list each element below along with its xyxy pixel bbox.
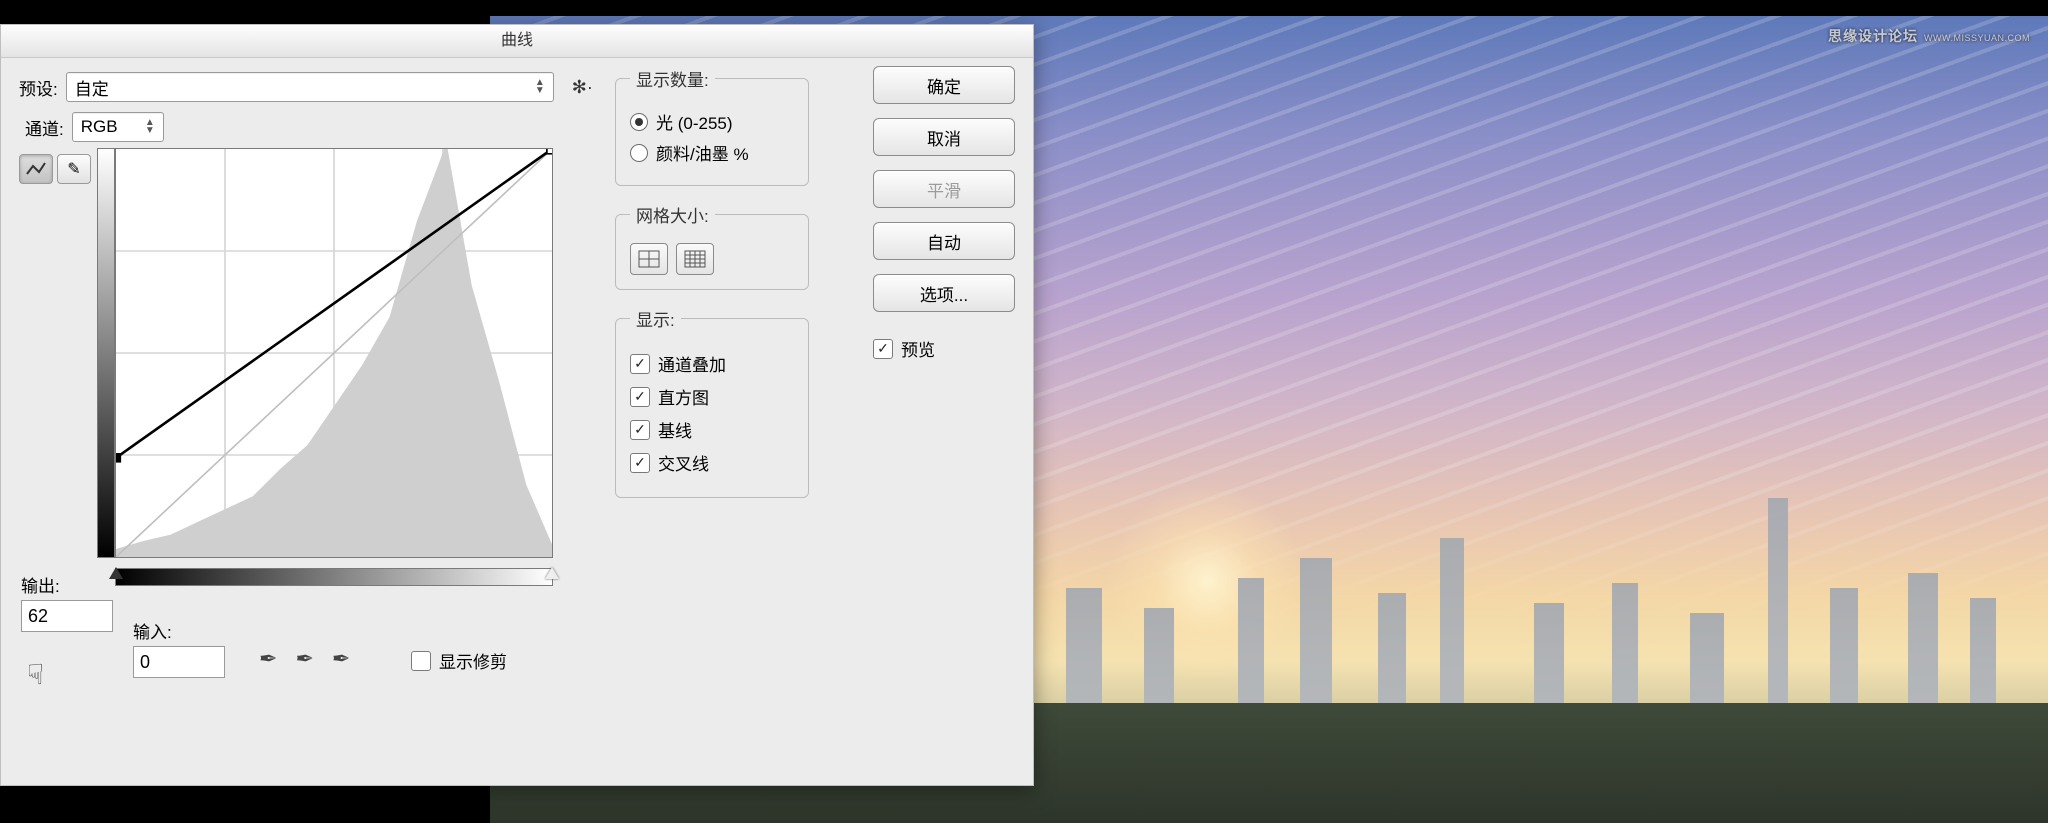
show-legend: 显示: — [630, 306, 681, 331]
gray-eyedropper-icon[interactable]: ✒ — [295, 646, 313, 672]
check-channel-overlay[interactable]: ✓通道叠加 — [630, 351, 794, 376]
show-clipping-label: 显示修剪 — [439, 648, 507, 673]
auto-button[interactable]: 自动 — [873, 222, 1015, 260]
output-field[interactable]: 62 — [21, 600, 113, 632]
channel-dropdown[interactable]: RGB ▲▼ — [72, 112, 164, 142]
black-point-slider[interactable] — [109, 567, 123, 579]
radio-ink[interactable]: 颜料/油墨 % — [630, 140, 794, 165]
input-field[interactable]: 0 — [133, 646, 225, 678]
input-gradient[interactable] — [115, 568, 553, 586]
options-button[interactable]: 选项... — [873, 274, 1015, 312]
check-baseline[interactable]: ✓基线 — [630, 417, 794, 442]
grid-size-legend: 网格大小: — [630, 202, 715, 227]
preset-label: 预设: — [19, 75, 58, 100]
check-histogram[interactable]: ✓直方图 — [630, 384, 794, 409]
show-clipping-checkbox[interactable] — [411, 651, 431, 671]
curves-graph[interactable] — [115, 148, 553, 558]
black-eyedropper-icon[interactable]: ✒ — [259, 646, 277, 672]
grid-fine-button[interactable] — [676, 243, 714, 275]
check-crosshair[interactable]: ✓交叉线 — [630, 450, 794, 475]
channel-label: 通道: — [25, 115, 64, 140]
white-eyedropper-icon[interactable]: ✒ — [332, 646, 350, 672]
preset-dropdown[interactable]: 自定 ▲▼ — [66, 72, 554, 102]
preview-checkbox[interactable]: ✓ — [873, 339, 893, 359]
output-gradient — [97, 148, 115, 558]
preview-label: 预览 — [901, 336, 935, 361]
radio-light[interactable]: 光 (0-255) — [630, 109, 794, 134]
curves-dialog: 曲线 预设: 自定 ▲▼ ✻· 通道: RGB ▲▼ — [0, 24, 1034, 786]
dialog-title: 曲线 — [1, 25, 1033, 58]
white-point-slider[interactable] — [545, 567, 559, 579]
output-label: 输出: — [21, 572, 60, 597]
preset-menu-icon[interactable]: ✻· — [572, 77, 593, 98]
cancel-button[interactable]: 取消 — [873, 118, 1015, 156]
smooth-button[interactable]: 平滑 — [873, 170, 1015, 208]
show-group: 显示: ✓通道叠加 ✓直方图 ✓基线 ✓交叉线 — [615, 306, 809, 498]
watermark-text: 思缘设计论坛WWW.MISSYUAN.COM — [1828, 26, 2030, 46]
on-image-adjust-icon[interactable]: ☟ — [27, 658, 44, 691]
input-label: 输入: — [133, 618, 172, 643]
curve-pencil-tool[interactable]: ✎ — [57, 154, 91, 184]
curve-point-tool[interactable] — [19, 154, 53, 184]
grid-size-group: 网格大小: — [615, 202, 809, 290]
display-amount-legend: 显示数量: — [630, 66, 715, 91]
display-amount-group: 显示数量: 光 (0-255) 颜料/油墨 % — [615, 66, 809, 186]
ok-button[interactable]: 确定 — [873, 66, 1015, 104]
grid-coarse-button[interactable] — [630, 243, 668, 275]
